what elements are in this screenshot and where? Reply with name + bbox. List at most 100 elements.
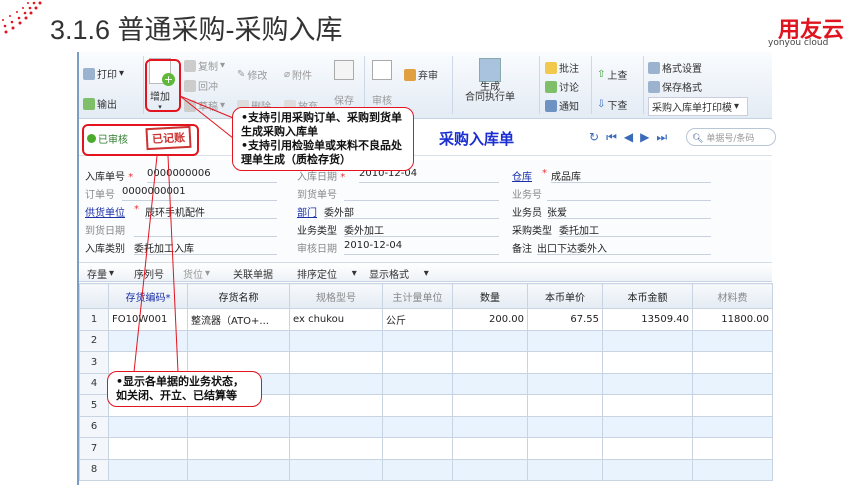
draft-button[interactable]: 草稿 ▾: [184, 98, 225, 113]
biz-no-field[interactable]: [547, 186, 711, 201]
column-header[interactable]: 主计量单位: [382, 283, 453, 309]
discuss-button[interactable]: 讨论: [545, 79, 579, 94]
supplier-field[interactable]: 辰环手机配件: [145, 204, 277, 219]
cell-qty[interactable]: [452, 415, 528, 438]
cell-price[interactable]: [527, 437, 603, 460]
column-header[interactable]: 材料费: [692, 283, 773, 309]
table-row[interactable]: 3: [79, 351, 773, 374]
cell-material[interactable]: 11800.00: [692, 308, 773, 331]
save-format-button[interactable]: 保存格式: [648, 79, 702, 94]
cell-name[interactable]: [187, 351, 290, 374]
cell-unit[interactable]: [382, 458, 453, 481]
warehouse-field[interactable]: 成品库: [551, 168, 711, 183]
cell-material[interactable]: [692, 437, 773, 460]
cell-unit[interactable]: [382, 394, 453, 417]
column-header[interactable]: 本币金额: [602, 283, 693, 309]
arrival-no-field[interactable]: [344, 186, 499, 201]
cell-name[interactable]: [187, 415, 290, 438]
audit-date-field[interactable]: 2010-12-04: [344, 240, 499, 255]
cell-code[interactable]: [108, 437, 188, 460]
order-no-field[interactable]: 0000000001: [122, 186, 277, 201]
purchase-type-field[interactable]: 委托加工: [559, 222, 711, 237]
cell-code[interactable]: [108, 415, 188, 438]
audit-button[interactable]: 审核: [372, 60, 392, 107]
location-menu[interactable]: 货位 ▾: [183, 266, 210, 281]
cell-qty[interactable]: [452, 394, 528, 417]
cell-amount[interactable]: [602, 329, 693, 352]
warehouse-label[interactable]: 仓库: [512, 168, 532, 183]
notify-button[interactable]: 通知: [545, 98, 579, 113]
print-button[interactable]: 打印 ▾: [83, 66, 124, 81]
related-docs-button[interactable]: 关联单据: [233, 266, 273, 281]
receipt-type-field[interactable]: 委托加工入库: [134, 240, 277, 255]
cell-qty[interactable]: [452, 437, 528, 460]
cell-qty[interactable]: [452, 329, 528, 352]
cell-unit[interactable]: [382, 372, 453, 395]
save-button[interactable]: 保存: [334, 60, 354, 107]
sort-menu[interactable]: 排序定位 ▾: [297, 266, 357, 281]
cell-material[interactable]: [692, 329, 773, 352]
arrival-date-field[interactable]: [134, 222, 277, 237]
edit-button[interactable]: ✎ 修改: [237, 67, 267, 82]
copy-button[interactable]: 复制 ▾: [184, 58, 225, 73]
clerk-field[interactable]: 张爱: [547, 204, 711, 219]
table-row[interactable]: 6: [79, 415, 773, 438]
cell-amount[interactable]: [602, 415, 693, 438]
cell-price[interactable]: 67.55: [527, 308, 603, 331]
column-header[interactable]: 规格型号: [289, 283, 383, 309]
cell-spec[interactable]: [289, 351, 383, 374]
cell-material[interactable]: [692, 458, 773, 481]
annotate-button[interactable]: 批注: [545, 60, 579, 75]
generate-contract-button[interactable]: 生成 合同执行单: [465, 58, 515, 103]
cell-price[interactable]: [527, 415, 603, 438]
supplier-label[interactable]: 供货单位: [85, 204, 125, 219]
biz-type-field[interactable]: 委外加工: [344, 222, 499, 237]
table-row[interactable]: 8: [79, 458, 773, 481]
serial-button[interactable]: 序列号: [134, 266, 164, 281]
cell-material[interactable]: [692, 372, 773, 395]
dept-label[interactable]: 部门: [297, 204, 317, 219]
cell-qty[interactable]: [452, 351, 528, 374]
cell-price[interactable]: [527, 394, 603, 417]
cell-unit[interactable]: [382, 351, 453, 374]
cell-price[interactable]: [527, 351, 603, 374]
down-query-button[interactable]: ⇩ 下查: [597, 97, 627, 112]
column-header[interactable]: 数量: [452, 283, 528, 309]
display-format-menu[interactable]: 显示格式 ▾: [369, 266, 429, 281]
export-button[interactable]: 输出: [83, 96, 117, 111]
record-navigation[interactable]: ↻⏮◀▶⏭: [589, 130, 674, 145]
cell-material[interactable]: [692, 394, 773, 417]
cell-name[interactable]: [187, 437, 290, 460]
cell-unit[interactable]: [382, 329, 453, 352]
cell-amount[interactable]: [602, 458, 693, 481]
cell-qty[interactable]: [452, 458, 528, 481]
cell-unit[interactable]: 公斤: [382, 308, 453, 331]
table-row[interactable]: 1 FO10W001 整流器（ATO+... ex chukou 公斤 200.00 67.…: [79, 308, 773, 331]
cell-name[interactable]: [187, 458, 290, 481]
up-query-button[interactable]: ⇧ 上查: [597, 67, 627, 82]
print-template-select[interactable]: 采购入库单打印模 ▾: [648, 97, 748, 116]
cell-qty[interactable]: [452, 372, 528, 395]
column-header[interactable]: 本币单价: [527, 283, 603, 309]
cell-name[interactable]: 整流器（ATO+...: [187, 308, 290, 331]
cell-spec[interactable]: [289, 437, 383, 460]
cell-amount[interactable]: [602, 351, 693, 374]
remark-field[interactable]: 出口下达委外入: [537, 240, 711, 255]
cell-code[interactable]: [108, 351, 188, 374]
cell-unit[interactable]: [382, 437, 453, 460]
cell-code[interactable]: [108, 329, 188, 352]
abandon-audit-button[interactable]: 弃审: [404, 67, 438, 82]
cell-price[interactable]: [527, 458, 603, 481]
cell-spec[interactable]: [289, 329, 383, 352]
table-row[interactable]: 7: [79, 437, 773, 460]
search-input[interactable]: 🔍︎ 单据号/条码: [686, 128, 776, 146]
dept-field[interactable]: 委外部: [324, 204, 499, 219]
attach-button[interactable]: ⌀ 附件: [284, 67, 312, 82]
cell-code[interactable]: FO10W001: [108, 308, 188, 331]
cell-spec[interactable]: [289, 372, 383, 395]
cell-material[interactable]: [692, 415, 773, 438]
cell-spec[interactable]: [289, 415, 383, 438]
reverse-button[interactable]: 回冲: [184, 78, 218, 93]
cell-amount[interactable]: 13509.40: [602, 308, 693, 331]
cell-amount[interactable]: [602, 437, 693, 460]
